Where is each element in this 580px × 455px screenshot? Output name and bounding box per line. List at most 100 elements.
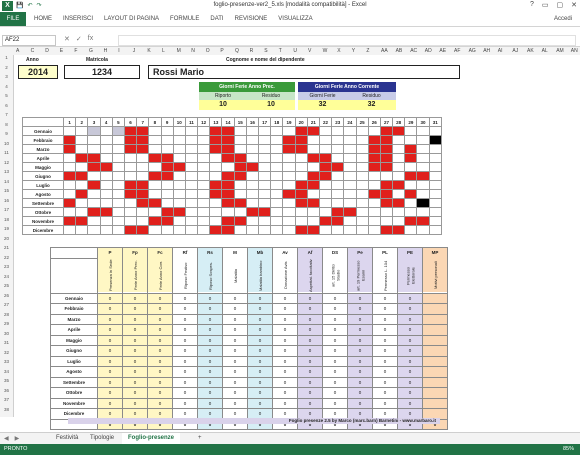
day-cell[interactable] bbox=[62, 144, 77, 154]
row-header[interactable]: 28 bbox=[0, 312, 13, 317]
day-cell[interactable] bbox=[343, 126, 357, 136]
tab-festivita[interactable]: Festività bbox=[50, 433, 84, 444]
row-header[interactable]: 18 bbox=[0, 217, 13, 222]
column-header[interactable]: U bbox=[293, 47, 297, 55]
day-cell[interactable] bbox=[416, 189, 430, 199]
day-cell[interactable] bbox=[379, 153, 394, 163]
day-cell[interactable] bbox=[355, 189, 369, 199]
day-cell[interactable] bbox=[136, 207, 150, 217]
day-cell[interactable] bbox=[331, 153, 345, 163]
day-cell[interactable] bbox=[87, 198, 101, 208]
day-cell[interactable] bbox=[343, 225, 357, 235]
day-cell[interactable] bbox=[257, 126, 272, 136]
day-cell[interactable] bbox=[331, 198, 345, 208]
column-header[interactable]: G bbox=[89, 47, 93, 55]
day-cell[interactable] bbox=[197, 153, 211, 163]
day-cell[interactable] bbox=[99, 207, 113, 217]
day-cell[interactable] bbox=[184, 135, 199, 145]
row-header[interactable]: 19 bbox=[0, 226, 13, 231]
day-cell[interactable] bbox=[75, 126, 89, 136]
day-cell[interactable] bbox=[416, 162, 430, 172]
day-cell[interactable] bbox=[172, 162, 186, 172]
day-cell[interactable] bbox=[172, 189, 186, 199]
day-cell[interactable] bbox=[148, 126, 162, 136]
day-cell[interactable] bbox=[148, 162, 162, 172]
day-cell[interactable] bbox=[294, 216, 308, 226]
day-cell[interactable] bbox=[87, 216, 101, 226]
day-cell[interactable] bbox=[282, 207, 296, 217]
day-cell[interactable] bbox=[136, 135, 150, 145]
day-cell[interactable] bbox=[160, 144, 174, 154]
row-header[interactable]: 22 bbox=[0, 255, 13, 260]
day-cell[interactable] bbox=[197, 225, 211, 235]
day-cell[interactable] bbox=[75, 153, 89, 163]
day-cell[interactable] bbox=[257, 171, 272, 181]
day-cell[interactable] bbox=[99, 216, 113, 226]
day-cell[interactable] bbox=[148, 225, 162, 235]
day-cell[interactable] bbox=[318, 198, 333, 208]
day-cell[interactable] bbox=[331, 144, 345, 154]
day-cell[interactable] bbox=[257, 198, 272, 208]
day-cell[interactable] bbox=[221, 153, 235, 163]
day-cell[interactable] bbox=[197, 180, 211, 190]
tab-revisione[interactable]: REVISIONE bbox=[235, 12, 268, 26]
row-header[interactable]: 32 bbox=[0, 350, 13, 355]
day-cell[interactable] bbox=[318, 180, 333, 190]
day-cell[interactable] bbox=[87, 207, 101, 217]
column-header[interactable]: AN bbox=[571, 47, 578, 55]
day-cell[interactable] bbox=[367, 171, 381, 181]
tab-formule[interactable]: FORMULE bbox=[170, 12, 199, 26]
row-header[interactable]: 34 bbox=[0, 369, 13, 374]
day-cell[interactable] bbox=[184, 126, 199, 136]
day-cell[interactable] bbox=[209, 153, 223, 163]
column-header[interactable]: AM bbox=[556, 47, 564, 55]
row-header[interactable]: 2 bbox=[0, 65, 13, 70]
summary-table[interactable]: P Fp Fc Rf Rs M Mb Av Af DS Pe PL PE MP Presenza in Se… bbox=[50, 247, 448, 430]
day-cell[interactable] bbox=[306, 189, 320, 199]
day-cell[interactable] bbox=[404, 207, 418, 217]
day-cell[interactable] bbox=[148, 171, 162, 181]
row-header[interactable]: 33 bbox=[0, 359, 13, 364]
cancel-icon[interactable]: ✕ bbox=[64, 35, 70, 43]
day-cell[interactable] bbox=[257, 162, 272, 172]
day-cell[interactable] bbox=[306, 135, 320, 145]
row-header[interactable]: 12 bbox=[0, 160, 13, 165]
day-cell[interactable] bbox=[172, 216, 186, 226]
day-cell[interactable] bbox=[160, 225, 174, 235]
day-cell[interactable] bbox=[62, 153, 77, 163]
day-cell[interactable] bbox=[136, 225, 150, 235]
day-cell[interactable] bbox=[136, 216, 150, 226]
day-cell[interactable] bbox=[99, 225, 113, 235]
day-cell[interactable] bbox=[148, 207, 162, 217]
day-cell[interactable] bbox=[428, 153, 442, 163]
day-cell[interactable] bbox=[318, 207, 333, 217]
day-cell[interactable] bbox=[221, 198, 235, 208]
day-cell[interactable] bbox=[99, 153, 113, 163]
day-cell[interactable] bbox=[233, 171, 247, 181]
day-cell[interactable] bbox=[136, 144, 150, 154]
day-cell[interactable] bbox=[233, 144, 247, 154]
day-cell[interactable] bbox=[123, 144, 138, 154]
day-cell[interactable] bbox=[379, 126, 394, 136]
day-cell[interactable] bbox=[172, 144, 186, 154]
day-cell[interactable] bbox=[99, 180, 113, 190]
day-cell[interactable] bbox=[184, 207, 199, 217]
confirm-icon[interactable]: ✓ bbox=[76, 35, 82, 43]
day-cell[interactable] bbox=[270, 189, 284, 199]
day-cell[interactable] bbox=[318, 189, 333, 199]
day-cell[interactable] bbox=[367, 180, 381, 190]
day-cell[interactable] bbox=[221, 171, 235, 181]
day-cell[interactable] bbox=[160, 135, 174, 145]
anno-field[interactable]: 2014 bbox=[18, 65, 58, 79]
day-cell[interactable] bbox=[404, 135, 418, 145]
day-cell[interactable] bbox=[245, 198, 260, 208]
day-cell[interactable] bbox=[343, 171, 357, 181]
day-cell[interactable] bbox=[282, 180, 296, 190]
day-cell[interactable] bbox=[367, 207, 381, 217]
day-cell[interactable] bbox=[416, 207, 430, 217]
day-cell[interactable] bbox=[428, 225, 442, 235]
column-header[interactable]: Z bbox=[366, 47, 369, 55]
day-cell[interactable] bbox=[416, 153, 430, 163]
day-cell[interactable] bbox=[245, 171, 260, 181]
day-cell[interactable] bbox=[416, 216, 430, 226]
